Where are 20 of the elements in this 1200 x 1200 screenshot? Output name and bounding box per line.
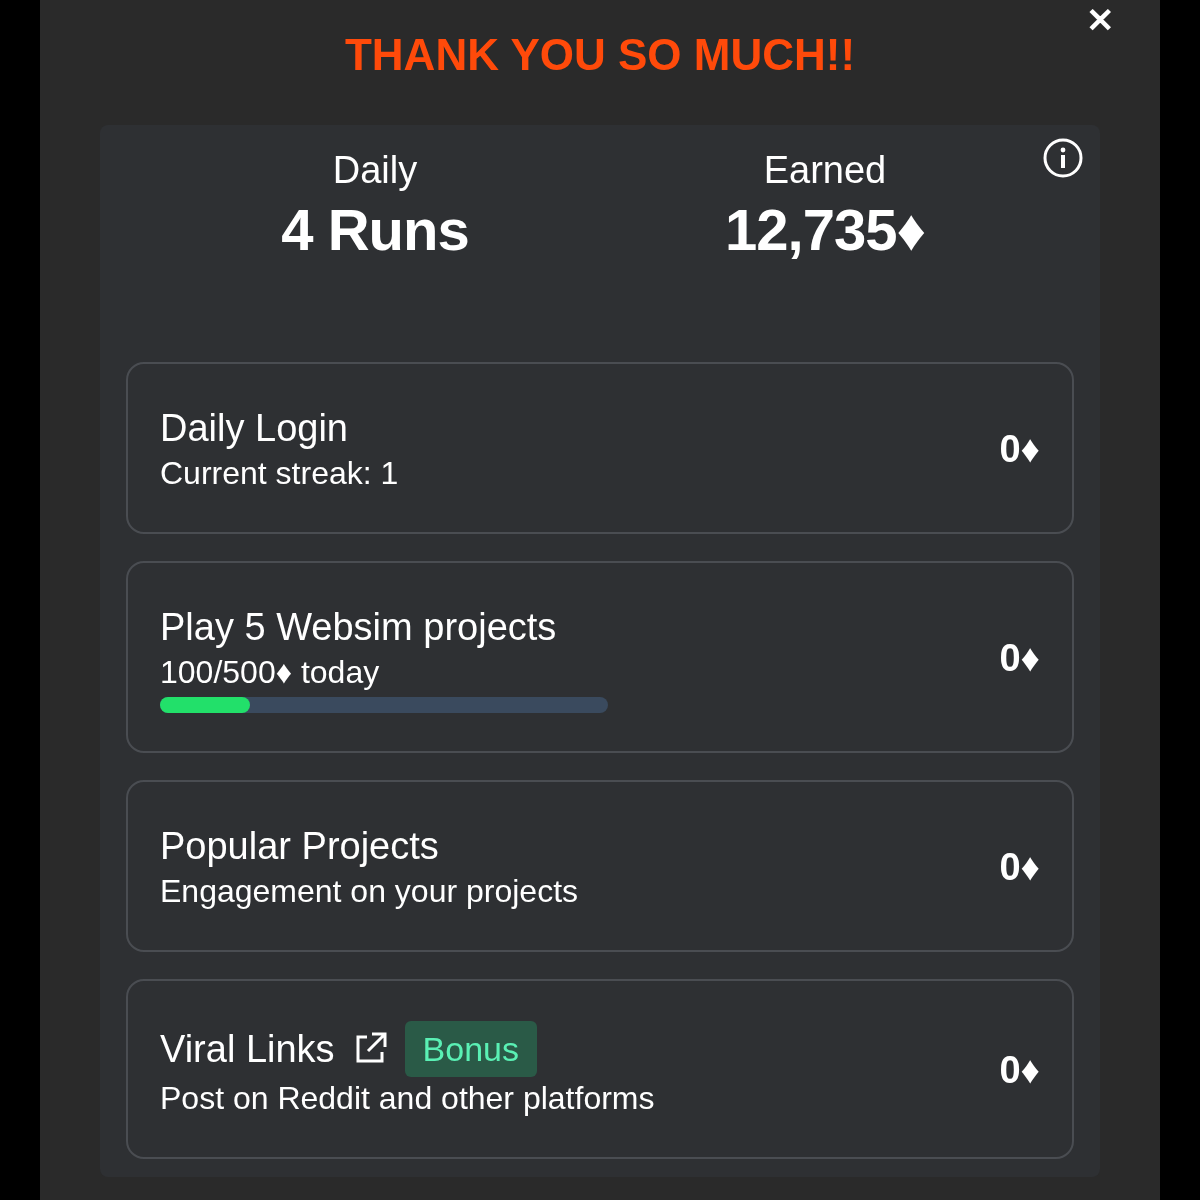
reward-amount: 0♦ [999,1047,1040,1093]
task-subtitle: Post on Reddit and other platforms [160,1079,655,1118]
stat-value: 4 Runs [281,196,469,264]
reward-amount: 0♦ [999,844,1040,890]
stat-label: Daily [332,148,418,193]
close-button[interactable]: ✕ [1082,0,1118,40]
bonus-tag: Bonus [404,1021,537,1077]
task-title: Play 5 Websim projects [160,605,557,650]
info-icon[interactable] [1042,137,1084,179]
stat-label: Earned [763,148,887,193]
task-subtitle: Current streak: 1 [160,454,399,493]
reward-amount: 0♦ [999,426,1040,472]
task-title: Viral Links [160,1027,335,1072]
task-title: Popular Projects [160,824,439,869]
modal-title: THANK YOU SO MUCH!! [343,29,857,81]
stat-value: 12,735♦ [725,196,925,264]
reward-amount: 0♦ [999,635,1040,681]
task-subtitle: 100/500♦ today [160,653,381,692]
task-subtitle: Engagement on your projects [160,872,579,911]
task-title: Daily Login [160,406,348,451]
